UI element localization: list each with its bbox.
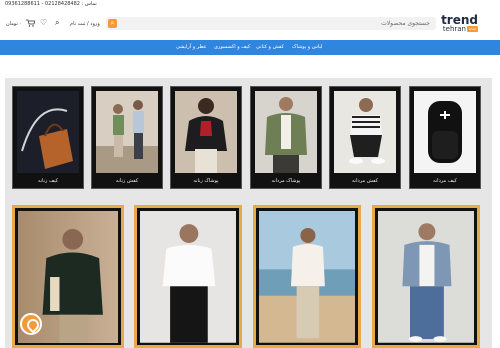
contact-phone: تماس : 02128428482 - 09361288611 xyxy=(5,1,97,7)
category-card-women-shoes[interactable]: کفش زنانه xyxy=(91,86,163,189)
logo-sub-text: tehran xyxy=(442,25,466,33)
category-card-men-clothing[interactable]: پوشاک مردانه xyxy=(250,86,322,189)
men-white-tshirt-image xyxy=(140,211,236,343)
logo-badge: shop xyxy=(467,26,478,32)
cart-icon[interactable] xyxy=(26,19,36,29)
chat-button[interactable] xyxy=(20,313,42,335)
men-shoes-image xyxy=(334,91,396,173)
category-label: کیف زنانه xyxy=(37,178,59,184)
nav-item-bags[interactable]: کیف و اکسسوری xyxy=(214,44,250,50)
category-label: کیف مردانه xyxy=(433,178,457,184)
women-clothing-image xyxy=(175,91,237,173)
search-icon[interactable]: ⌕ xyxy=(55,19,59,27)
category-label: کفش مردانه xyxy=(352,178,378,184)
top-bar: تماس : 02128428482 - 09361288611 xyxy=(0,0,500,12)
heart-icon[interactable]: ♡ xyxy=(40,19,47,27)
cart-price: ۰ تومان xyxy=(6,21,23,27)
product-card[interactable] xyxy=(134,205,242,348)
logo[interactable]: trend tehran shop xyxy=(440,14,478,36)
chat-icon xyxy=(24,316,42,334)
men-clothing-image xyxy=(255,91,317,173)
category-label: کفش زنانه xyxy=(115,178,139,184)
product-card[interactable] xyxy=(372,205,480,348)
men-bag-image xyxy=(414,91,476,173)
header: trend tehran shop ⌕ جستجوی محصولات ورود … xyxy=(0,12,500,38)
search-submit-icon[interactable]: ⌕ xyxy=(108,19,117,28)
category-card-women-bags[interactable]: کیف زنانه xyxy=(12,86,84,189)
category-card-men-bags[interactable]: کیف مردانه xyxy=(409,86,481,189)
men-denim-jacket-image xyxy=(378,211,474,343)
search-placeholder: جستجوی محصولات xyxy=(381,20,430,27)
nav-item-perfume[interactable]: عطر و آرایشی xyxy=(176,44,207,50)
product-card[interactable] xyxy=(253,205,361,348)
search-input[interactable]: ⌕ جستجوی محصولات xyxy=(106,17,436,30)
category-label: پوشاک مردانه xyxy=(271,178,301,184)
category-label: پوشاک زنانه xyxy=(193,178,219,184)
category-card-men-shoes[interactable]: کفش مردانه xyxy=(329,86,401,189)
main-nav: لباس و پوشاک کفش و کتانی کیف و اکسسوری ع… xyxy=(0,40,500,55)
nav-item-clothing[interactable]: لباس و پوشاک xyxy=(292,44,322,50)
women-bag-image xyxy=(17,91,79,173)
women-shoes-image xyxy=(96,91,158,173)
nav-item-shoes[interactable]: کفش و کتانی xyxy=(256,44,284,50)
category-card-women-clothing[interactable]: پوشاک زنانه xyxy=(170,86,242,189)
men-beach-shirt-image xyxy=(259,211,355,343)
login-link[interactable]: ورود / ثبت نام xyxy=(70,21,100,27)
